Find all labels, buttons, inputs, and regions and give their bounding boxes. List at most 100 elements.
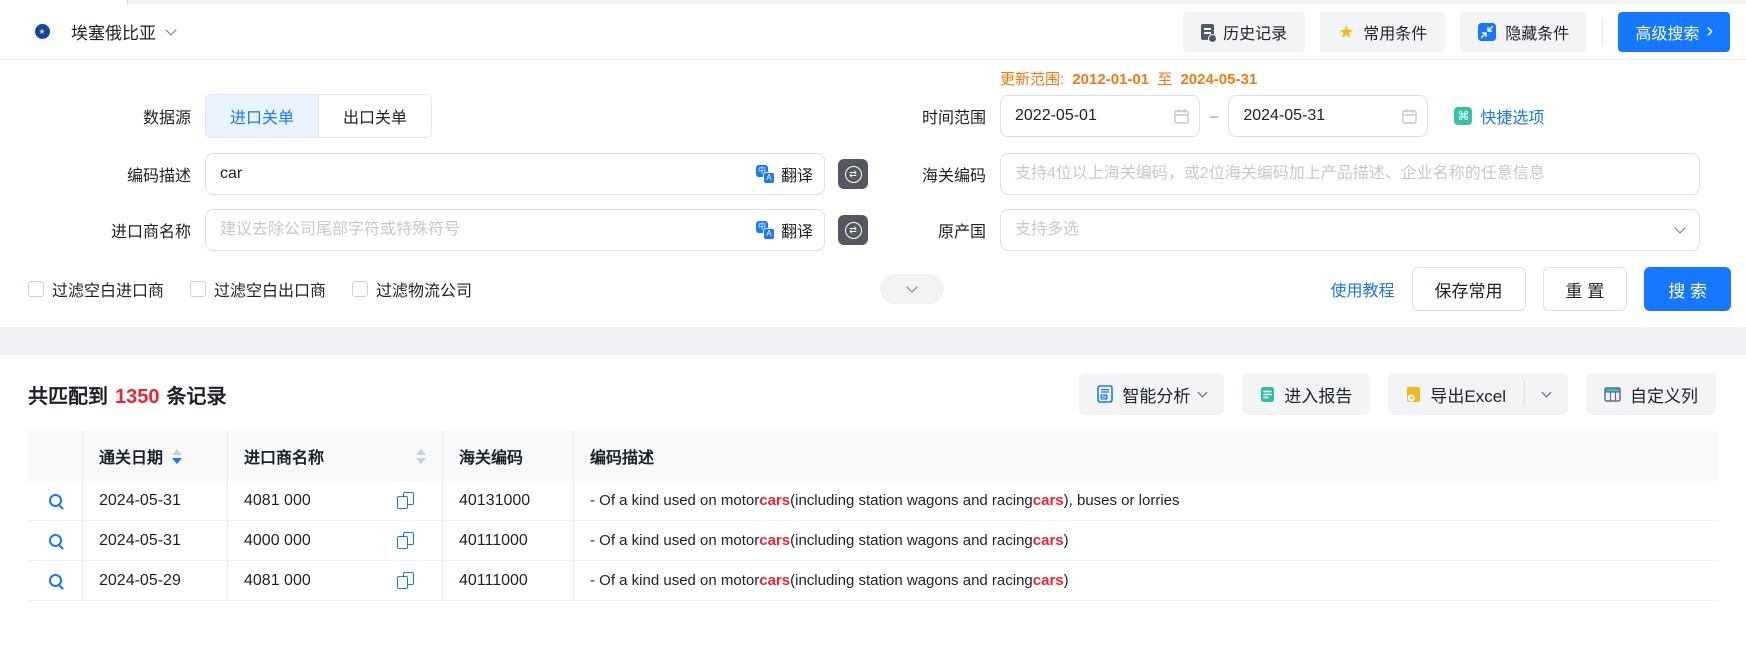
translate-icon: 中A [756,165,775,184]
translate-button[interactable]: 中A 翻译 [756,218,813,242]
importer-name: 4081 000 [244,492,311,510]
columns-grid-icon [1604,387,1621,402]
chevron-right-icon: › [1706,21,1713,41]
data-source-label: 数据源 [0,104,205,128]
search-icon[interactable] [49,534,62,547]
date-range-separator: – [1210,108,1218,125]
importer-name-input[interactable] [205,209,825,251]
header-cell-date: 通关日期 [82,431,227,481]
checkbox-icon[interactable] [352,281,368,297]
tab-import[interactable]: 进口关单 [206,95,318,137]
table-body: 2024-05-31 4081 000 40131000 - Of a kind… [28,481,1718,601]
exact-match-icon: ⇄ [845,166,862,183]
svg-text:BI: BI [1102,395,1107,400]
translate-icon: 中A [756,221,775,240]
header-cell-actions [28,431,82,481]
command-icon: ⌘ [1454,107,1472,125]
hs-code-label: 海关编码 [880,162,1000,186]
copy-icon[interactable] [397,532,414,549]
save-favorite-button[interactable]: 保存常用 [1412,267,1526,311]
start-date-input[interactable] [1000,95,1200,137]
report-icon [1260,386,1275,403]
smart-analysis-button[interactable]: BI 智能分析 [1079,373,1224,415]
search-icon[interactable] [49,494,62,507]
origin-country-input[interactable] [1000,209,1700,251]
hide-conditions-button[interactable]: 隐藏条件 [1460,12,1587,52]
translate-button[interactable]: 中A 翻译 [756,162,813,186]
filter-checkbox-1[interactable]: 过滤空白出口商 [190,277,326,301]
header-cell-importer: 进口商名称 [227,431,442,481]
copy-icon[interactable] [397,572,414,589]
results-count: 1350 [115,386,160,408]
export-excel-button[interactable]: 导出Excel [1388,373,1524,415]
sort-control-importer[interactable] [416,449,426,464]
chevron-down-icon [1198,388,1208,398]
country-name: 埃塞俄比亚 [71,19,156,44]
time-range-label: 时间范围 [880,104,1000,128]
data-source-tabs: 进口关单出口关单 [205,94,432,138]
table-row[interactable]: 2024-05-29 4081 000 40111000 - Of a kind… [28,561,1718,601]
code-description-input[interactable] [205,153,825,195]
cell-description: - Of a kind used on motor cars (includin… [573,561,1718,600]
update-range-from: 2012-01-01 [1072,71,1149,88]
checkbox-icon[interactable] [190,281,206,297]
hs-code-input[interactable] [1000,153,1700,195]
chevron-down-icon [906,281,917,292]
history-button[interactable]: 历史记录 [1183,12,1305,52]
bi-chart-icon: BI [1097,385,1113,403]
results-bar: 共匹配到1350条记录 BI 智能分析 进入报告 [0,355,1746,431]
code-description-label: 编码描述 [0,162,205,186]
filter-checkbox-0[interactable]: 过滤空白进口商 [28,277,164,301]
origin-country-label: 原产国 [880,218,1000,242]
cell-hs-code: 40111000 [442,561,573,600]
cell-importer: 4081 000 [227,561,442,600]
star-icon: ★ [1338,23,1354,41]
cell-date: 2024-05-31 [82,521,227,560]
cell-importer: 4000 000 [227,521,442,560]
top-bar: ★ 埃塞俄比亚 历史记录 ★ 常用条件 隐藏条件 高级搜索 › [0,4,1746,60]
table-header: 通关日期 进口商名称 海关编码 编码描述 [28,431,1718,481]
search-icon[interactable] [49,574,62,587]
table-row[interactable]: 2024-05-31 4081 000 40131000 - Of a kind… [28,481,1718,521]
export-options-button[interactable] [1525,373,1568,415]
tab-export[interactable]: 出口关单 [318,95,431,137]
exact-match-toggle[interactable]: ⇄ [838,215,868,245]
expand-more-button[interactable] [880,274,944,304]
end-date-input[interactable] [1228,95,1428,137]
quick-options-button[interactable]: ⌘ 快捷选项 [1454,104,1544,128]
copy-icon[interactable] [397,492,414,509]
country-selector[interactable]: ★ 埃塞俄比亚 [24,19,175,44]
cell-hs-code: 40111000 [442,521,573,560]
header-cell-hs-code: 海关编码 [442,431,573,481]
cell-description: - Of a kind used on motor cars (includin… [573,481,1718,520]
exact-match-toggle[interactable]: ⇄ [838,159,868,189]
calendar-icon[interactable] [1401,108,1418,125]
sort-control-date[interactable] [172,449,182,464]
filter-checkbox-2[interactable]: 过滤物流公司 [352,277,472,301]
update-range-to: 2024-05-31 [1180,71,1257,88]
table-row[interactable]: 2024-05-31 4000 000 40111000 - Of a kind… [28,521,1718,561]
history-icon [1201,24,1214,40]
cell-description: - Of a kind used on motor cars (includin… [573,521,1718,560]
tutorial-link[interactable]: 使用教程 [1331,277,1395,301]
ethiopia-flag-icon: ★ [24,19,60,44]
filter-checkboxes: 过滤空白进口商 过滤空白出口商 过滤物流公司 [0,277,880,301]
excel-export-icon [1406,386,1421,403]
enter-report-button[interactable]: 进入报告 [1242,373,1370,415]
favorites-button[interactable]: ★ 常用条件 [1320,12,1445,52]
chevron-down-icon [1542,388,1552,398]
search-button[interactable]: 搜 索 [1644,267,1731,311]
results-table: 通关日期 进口商名称 海关编码 编码描述 2024-05-31 4081 000… [28,431,1718,601]
importer-name: 4081 000 [244,572,311,590]
customize-columns-button[interactable]: 自定义列 [1586,373,1716,415]
cell-hs-code: 40131000 [442,481,573,520]
calendar-icon[interactable] [1173,108,1190,125]
importer-name: 4000 000 [244,532,311,550]
reset-button[interactable]: 重 置 [1543,267,1628,311]
checkbox-icon[interactable] [28,281,44,297]
cell-importer: 4081 000 [227,481,442,520]
origin-country-select[interactable] [1000,209,1700,251]
advanced-search-button[interactable]: 高级搜索 › [1618,12,1730,52]
search-form: 更新范围: 2012-01-01 至 2024-05-31 数据源 进口关单出口… [0,60,1746,311]
update-range: 更新范围: 2012-01-01 至 2024-05-31 [1000,68,1261,89]
